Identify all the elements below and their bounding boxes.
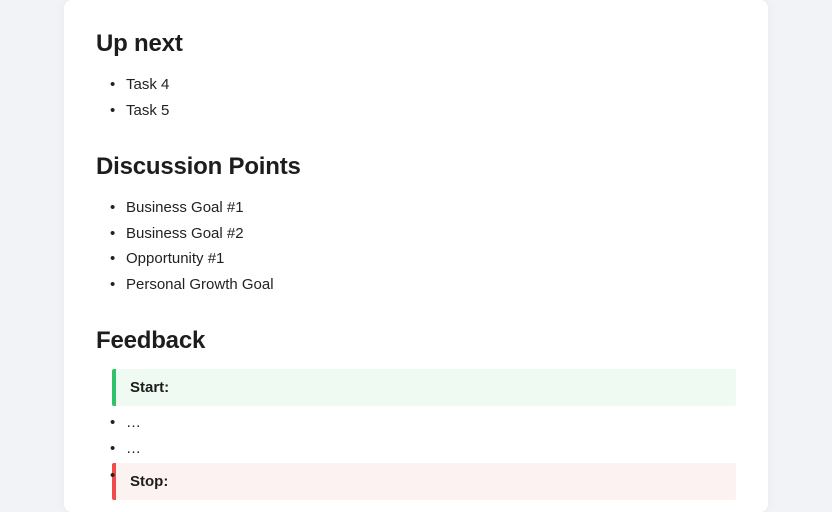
list-item: Opportunity #1: [110, 246, 736, 272]
callout-start-label: Start:: [130, 379, 169, 396]
list-item: Business Goal #2: [110, 221, 736, 247]
discussion-list: Business Goal #1 Business Goal #2 Opport…: [96, 195, 736, 297]
callout-stop-label: Stop:: [130, 473, 168, 490]
list-item: Business Goal #1: [110, 195, 736, 221]
feedback-start-list: … …: [96, 410, 736, 463]
document-page: Up next Task 4 Task 5 Discussion Points …: [64, 0, 768, 512]
list-item: Task 4: [110, 72, 736, 98]
section-up-next: Up next Task 4 Task 5: [96, 30, 736, 123]
section-title-up-next: Up next: [96, 30, 736, 58]
up-next-list: Task 4 Task 5: [96, 72, 736, 123]
list-item: Task 5: [110, 98, 736, 124]
section-feedback: Feedback Start: … … Stop:: [96, 327, 736, 500]
section-title-feedback: Feedback: [96, 327, 736, 355]
section-title-discussion-points: Discussion Points: [96, 153, 736, 181]
callout-start: Start:: [112, 369, 736, 406]
list-item: Personal Growth Goal: [110, 272, 736, 298]
section-discussion-points: Discussion Points Business Goal #1 Busin…: [96, 153, 736, 297]
list-item: …: [96, 410, 736, 436]
list-item: …: [96, 436, 736, 462]
callout-stop: Stop:: [112, 463, 736, 500]
